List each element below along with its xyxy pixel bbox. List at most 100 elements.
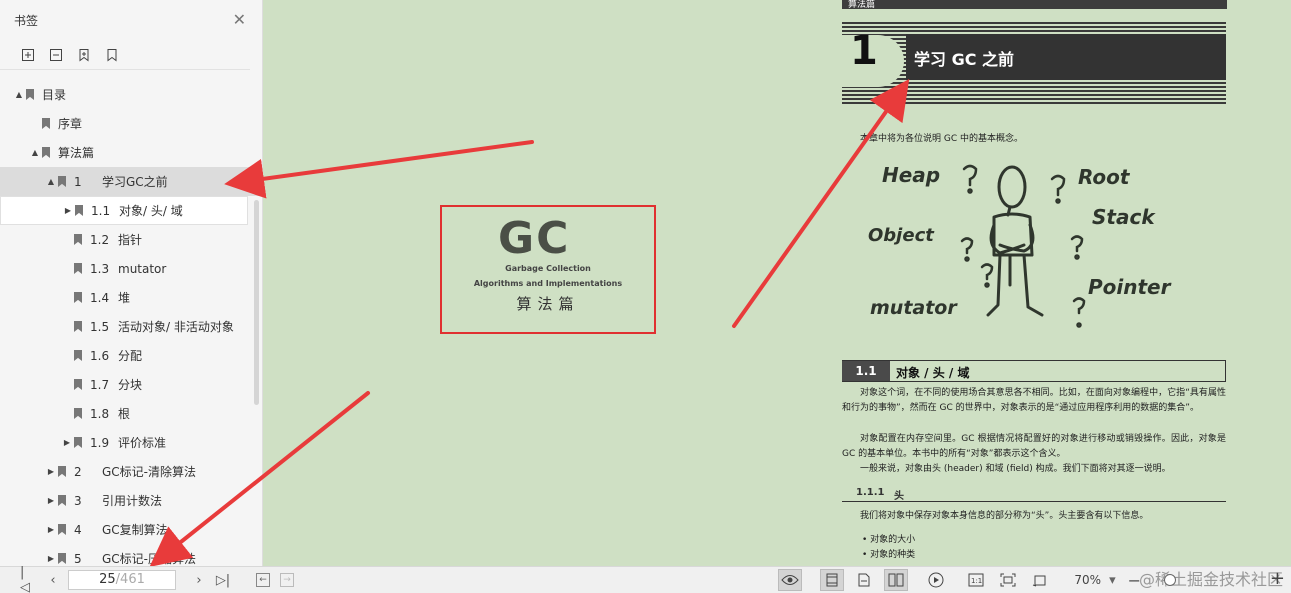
tree-item-number: 1.1 [91, 203, 111, 218]
bookmark-item-icon [58, 176, 66, 187]
tree-item-1-7[interactable]: 1.7 分块 [0, 370, 262, 399]
actual-size-icon[interactable]: 1:1 [964, 569, 988, 591]
tree-item-toc[interactable]: ▲ 目录 [0, 80, 262, 109]
bookmark-item-icon [74, 321, 82, 332]
tree-item-1-6[interactable]: 1.6 分配 [0, 341, 262, 370]
bookmark-item-icon [58, 553, 66, 564]
total-pages: /461 [115, 572, 145, 587]
eye-protection-icon[interactable] [778, 569, 803, 591]
tree-item-1-1[interactable]: ▶ 1.1 对象/ 头/ 域 [0, 196, 248, 225]
page-view-icon[interactable] [852, 569, 876, 591]
cover-subtitle: Garbage Collection [505, 264, 591, 273]
tree-item-1-4[interactable]: 1.4 堆 [0, 283, 262, 312]
rotate-icon[interactable] [1028, 569, 1052, 591]
tree-item-label: GC标记-清除算法 [102, 465, 197, 479]
doodle-stack: Stack [1092, 205, 1155, 229]
tree-item-chapter-2[interactable]: ▶ 2 GC标记-清除算法 [0, 457, 262, 486]
bookmark-item-icon [74, 437, 82, 448]
caret-icon[interactable]: ▶ [46, 525, 56, 534]
concept-doodle: Heap Root Stack Object Pointer mutator [868, 155, 1192, 335]
tree-item-1-2[interactable]: 1.2 指针 [0, 225, 262, 254]
bookmark-item-icon [74, 234, 82, 245]
running-head: 算法篇 [842, 0, 1227, 11]
svg-text:1:1: 1:1 [971, 577, 982, 585]
zoom-in-icon[interactable]: + [1270, 568, 1285, 589]
bookmark-toolbar [0, 40, 250, 70]
add-bookmark-icon[interactable] [76, 47, 92, 63]
paragraph: 对象配置在内存空间里。GC 根据情况将配置好的对象进行移动或销毁操作。因此，对象… [842, 434, 1226, 459]
sidebar-scrollbar[interactable] [254, 200, 259, 405]
tree-item-number: 1.8 [90, 406, 110, 421]
back-icon[interactable]: ← [256, 569, 270, 591]
tree-item-1-9[interactable]: ▶ 1.9 评价标准 [0, 428, 262, 457]
caret-icon[interactable]: ▲ [14, 90, 24, 99]
fit-page-icon[interactable] [996, 569, 1020, 591]
tree-item-1-8[interactable]: 1.8 根 [0, 399, 262, 428]
next-page-icon[interactable]: › [192, 569, 206, 591]
caret-icon[interactable]: ▶ [46, 496, 56, 505]
page-number-input[interactable]: 25/461 [68, 570, 176, 590]
tree-item-number: 1.4 [90, 290, 110, 305]
chapter-banner: 1 学习 GC 之前 [842, 22, 1226, 104]
cover-thumbnail: GC Garbage Collection Algorithms and Imp… [440, 205, 656, 334]
tree-item-number: 2 [74, 464, 82, 479]
section-title: 对象 / 头 / 域 [896, 366, 970, 380]
chapter-intro: 本章中将为各位说明 GC 中的基本概念。 [860, 134, 1023, 144]
tree-item-1-3[interactable]: 1.3 mutator [0, 254, 262, 283]
tree-item-label: GC标记-压缩算法 [102, 552, 197, 566]
first-page-icon[interactable]: |◁ [20, 565, 34, 593]
two-page-view-icon[interactable] [884, 569, 909, 591]
tree-item-algorithms[interactable]: ▲ 算法篇 [0, 138, 262, 167]
tree-item-chapter-1[interactable]: ▲ 1 学习GC之前 [0, 167, 262, 196]
caret-icon[interactable]: ▶ [46, 554, 56, 563]
bookmark-panel: 书签 ✕ ▲ 目录 序章 ▲ 算法篇 ▲ 1 学习GC之前 ▶ 1.1 对象/ … [0, 0, 263, 566]
bookmark-item-icon [74, 350, 82, 361]
prev-page-icon[interactable]: ‹ [46, 569, 60, 591]
caret-icon[interactable]: ▶ [62, 438, 72, 447]
zoom-slider-thumb[interactable] [1164, 574, 1176, 586]
bookmark-item-icon [26, 89, 34, 100]
bookmark-item-icon [42, 118, 50, 129]
doodle-pointer: Pointer [1088, 275, 1171, 299]
caret-icon[interactable]: ▶ [46, 467, 56, 476]
tree-item-1-5[interactable]: 1.5 活动对象/ 非活动对象 [0, 312, 262, 341]
bookmark-icon[interactable] [104, 47, 120, 63]
zoom-dropdown-icon[interactable]: ▾ [1109, 569, 1116, 591]
current-page: 25 [99, 572, 116, 587]
tree-item-chapter-3[interactable]: ▶ 3 引用计数法 [0, 486, 262, 515]
caret-icon[interactable]: ▲ [46, 177, 56, 186]
bullet-item: • 对象的种类 [862, 550, 916, 560]
caret-icon[interactable]: ▶ [63, 206, 73, 215]
tree-item-label: 序章 [58, 117, 83, 131]
single-page-view-icon[interactable] [820, 569, 845, 591]
tree-item-chapter-4[interactable]: ▶ 4 GC复制算法 [0, 515, 262, 544]
collapse-all-icon[interactable] [48, 47, 64, 63]
play-icon[interactable] [924, 569, 948, 591]
tree-item-label: 分配 [118, 349, 143, 363]
tree-item-number: 1.6 [90, 348, 110, 363]
zoom-level[interactable]: 70% [1074, 573, 1101, 587]
tree-item-number: 1.2 [90, 232, 110, 247]
bookmark-item-icon [58, 495, 66, 506]
paragraph: 一般来说，对象由头 (header) 和域 (field) 构成。我们下面将对其… [860, 464, 1171, 474]
subsection-heading: 1.1.1 头 [842, 487, 1226, 502]
caret-icon[interactable]: ▲ [30, 148, 40, 157]
tree-item-number: 4 [74, 522, 82, 537]
panel-title: 书签 [14, 13, 39, 28]
document-view[interactable]: GC Garbage Collection Algorithms and Imp… [264, 0, 1291, 566]
expand-all-icon[interactable] [20, 47, 36, 63]
tree-item-label: mutator [118, 261, 167, 276]
last-page-icon[interactable]: ▷| [216, 569, 230, 591]
tree-item-preface[interactable]: 序章 [0, 109, 262, 138]
paragraph: 我们将对象中保存对象本身信息的部分称为“头”。头主要含有以下信息。 [860, 511, 1149, 521]
close-icon[interactable]: ✕ [233, 12, 246, 28]
tree-item-number: 5 [74, 551, 82, 566]
forward-icon[interactable]: → [280, 569, 294, 591]
doodle-heap: Heap [882, 163, 941, 187]
tree-item-label: 引用计数法 [102, 494, 163, 508]
bookmark-item-icon [42, 147, 50, 158]
tree-item-label: 评价标准 [118, 436, 167, 450]
cover-title: 算法篇 [516, 295, 580, 313]
bottom-toolbar: |◁ ‹ 25/461 › ▷| ← → 1:1 70% ▾ − [0, 565, 1291, 593]
section-heading: 1.1 对象 / 头 / 域 [842, 360, 1226, 382]
